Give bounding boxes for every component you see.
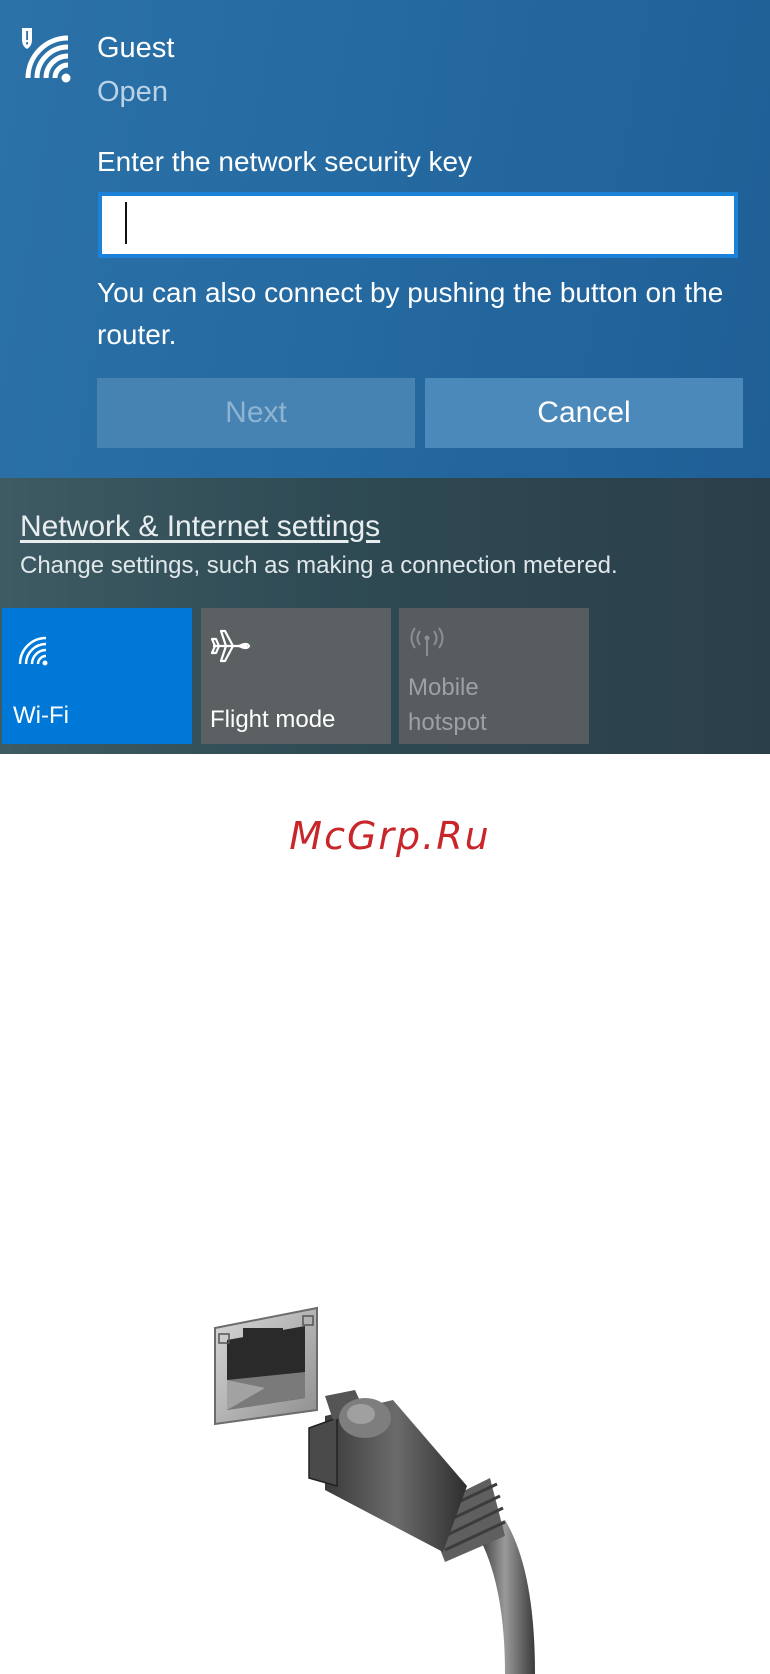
- cancel-button[interactable]: Cancel: [425, 378, 743, 448]
- ethernet-plug: [308, 1390, 535, 1674]
- quick-action-flight-mode[interactable]: Flight mode: [201, 608, 391, 744]
- mobile-hotspot-tile-label: Mobile hotspot: [408, 670, 487, 740]
- watermark-text: McGrp.Ru: [289, 814, 491, 858]
- quick-action-mobile-hotspot: Mobile hotspot: [399, 608, 589, 744]
- network-internet-settings-link[interactable]: Network & Internet settings: [20, 510, 380, 544]
- mobile-hotspot-label-line1: Mobile: [408, 674, 479, 701]
- ethernet-cable-illustration: [214, 1306, 535, 1674]
- quick-action-wifi[interactable]: Wi-Fi: [2, 608, 192, 744]
- router-hint-text: You can also connect by pushing the butt…: [97, 277, 724, 350]
- mobile-hotspot-label-line2: hotspot: [408, 709, 487, 736]
- text-caret: [125, 202, 127, 244]
- wifi-secured-icon: [22, 28, 71, 83]
- wifi-tile-label: Wi-Fi: [13, 702, 69, 729]
- network-flyout-screenshot: Guest Open Enter the network security ke…: [0, 0, 770, 754]
- mobile-hotspot-icon: [410, 627, 444, 656]
- network-name: Guest: [97, 32, 175, 64]
- security-key-label: Enter the network security key: [97, 146, 473, 177]
- ethernet-port: [214, 1306, 318, 1426]
- network-status: Open: [97, 76, 168, 108]
- airplane-icon: [210, 629, 251, 663]
- wifi-icon: [18, 636, 48, 666]
- settings-description: Change settings, such as making a connec…: [20, 552, 618, 579]
- network-connect-panel: Guest Open Enter the network security ke…: [0, 0, 770, 478]
- flight-mode-tile-label: Flight mode: [210, 706, 336, 733]
- security-key-input[interactable]: [98, 192, 738, 258]
- next-button[interactable]: Next: [97, 378, 415, 448]
